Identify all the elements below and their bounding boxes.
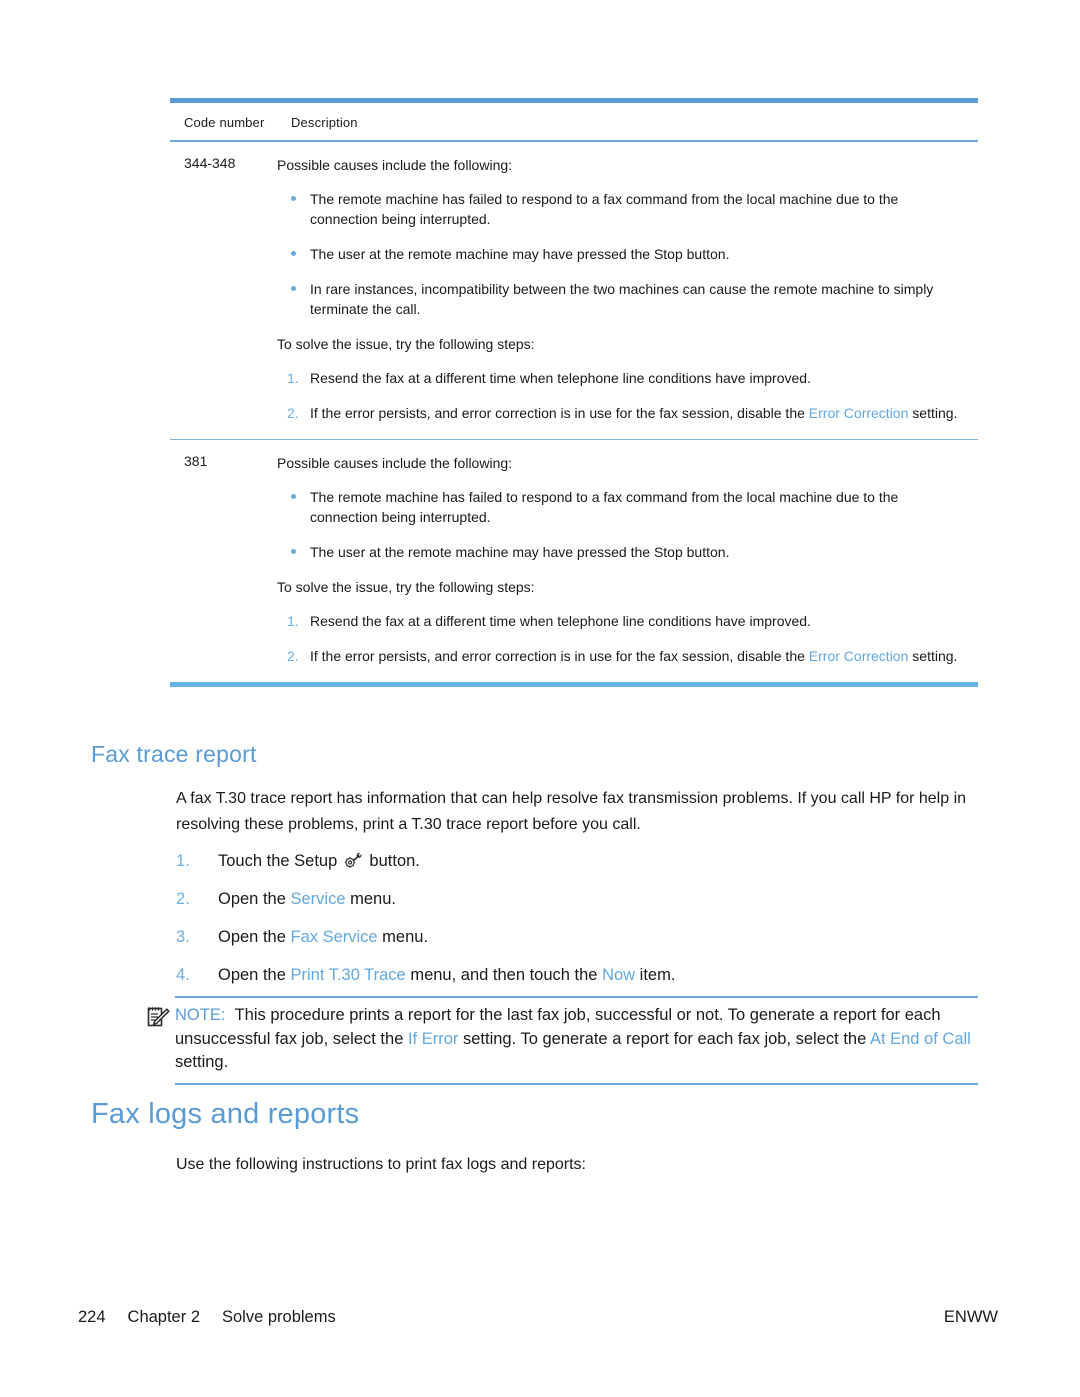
note-label: NOTE:	[175, 1006, 226, 1024]
step-text: Open the	[218, 966, 291, 984]
list-item: The remote machine has failed to respond…	[277, 487, 966, 527]
error-correction-link[interactable]: Error Correction	[809, 648, 909, 664]
step-text: Resend the fax at a different time when …	[310, 613, 811, 630]
at-end-of-call-link[interactable]: At End of Call	[870, 1030, 971, 1048]
step-text-tail: menu.	[377, 928, 429, 946]
list-item: Open the Fax Service menu.	[176, 925, 976, 949]
cell-code: 381	[184, 453, 208, 470]
solution-steps: Resend the fax at a different time when …	[277, 368, 966, 423]
cell-description: Possible causes include the following: T…	[277, 440, 978, 682]
step-text: If the error persists, and error correct…	[310, 648, 809, 665]
step-text-tail: menu.	[345, 890, 396, 908]
causes-list: The remote machine has failed to respond…	[277, 189, 966, 319]
list-item: In rare instances, incompatibility betwe…	[277, 279, 966, 319]
list-item: The user at the remote machine may have …	[277, 542, 966, 562]
footer-page-number: 224	[78, 1308, 106, 1326]
page-title-fax-trace-report: Fax trace report	[91, 741, 257, 767]
step-text-tail: setting.	[908, 405, 958, 421]
if-error-link[interactable]: If Error	[408, 1030, 458, 1048]
footer-chapter-title: Solve problems	[222, 1308, 336, 1326]
note-pencil-icon	[146, 1005, 170, 1029]
note-text-3: setting.	[175, 1053, 229, 1071]
fax-trace-paragraph: A fax T.30 trace report has information …	[176, 790, 967, 833]
page-footer: 224 Chapter 2 Solve problems ENWW	[78, 1308, 998, 1327]
steps-lead: To solve the issue, try the following st…	[277, 336, 535, 352]
page-title-fax-logs-and-reports: Fax logs and reports	[91, 1098, 360, 1130]
list-item: If the error persists, and error correct…	[277, 646, 966, 666]
step-text-tail: setting.	[908, 648, 958, 665]
list-item: If the error persists, and error correct…	[277, 403, 966, 423]
table-bottom-rule	[170, 682, 978, 688]
now-item-link[interactable]: Now	[602, 966, 635, 984]
footer-left: 224 Chapter 2 Solve problems	[78, 1308, 336, 1327]
service-menu-link[interactable]: Service	[290, 890, 345, 908]
cell-code: 344-348	[184, 155, 236, 171]
causes-list: The remote machine has failed to respond…	[277, 487, 966, 562]
note-callout: NOTE: This procedure prints a report for…	[146, 996, 978, 1085]
column-header-description: Description	[291, 115, 358, 130]
list-item: Open the Service menu.	[176, 887, 976, 911]
note-body: NOTE: This procedure prints a report for…	[146, 998, 978, 1083]
print-t30-trace-link[interactable]: Print T.30 Trace	[290, 966, 405, 984]
table-header-row: Code number Description	[170, 103, 978, 140]
cell-description: Possible causes include the following: T…	[277, 142, 978, 439]
footer-chapter: Chapter 2	[127, 1308, 200, 1326]
fax-trace-steps: Touch the Setup button. Open the Service…	[176, 849, 976, 1001]
step-text-mid: menu, and then touch the	[405, 966, 603, 984]
error-code-table: Code number Description 344-348 Possible…	[170, 98, 978, 688]
step-text: Resend the fax at a different time when …	[310, 370, 811, 386]
table-row: 381 Possible causes include the followin…	[170, 440, 978, 682]
list-item: Touch the Setup button.	[176, 849, 976, 873]
step-text: Open the	[218, 928, 291, 946]
step-text-tail: button.	[364, 852, 420, 870]
list-item: Resend the fax at a different time when …	[277, 368, 966, 388]
fax-logs-paragraph: Use the following instructions to print …	[176, 1156, 586, 1173]
step-text: Touch the Setup	[218, 852, 342, 870]
table-row: 344-348 Possible causes include the foll…	[170, 142, 978, 439]
steps-lead: To solve the issue, try the following st…	[277, 579, 535, 596]
causes-lead: Possible causes include the following:	[277, 455, 513, 472]
list-item: Resend the fax at a different time when …	[277, 611, 966, 631]
gear-wrench-icon	[344, 852, 363, 869]
solution-steps: Resend the fax at a different time when …	[277, 611, 966, 666]
step-text-tail: item.	[635, 966, 676, 984]
step-text: Open the	[218, 890, 291, 908]
footer-locale: ENWW	[943, 1308, 998, 1326]
list-item: The user at the remote machine may have …	[277, 244, 966, 264]
error-correction-link[interactable]: Error Correction	[809, 405, 909, 421]
note-bottom-rule	[175, 1082, 978, 1085]
list-item: The remote machine has failed to respond…	[277, 189, 966, 229]
document-page: Code number Description 344-348 Possible…	[0, 0, 1080, 1397]
step-text: If the error persists, and error correct…	[310, 405, 809, 421]
note-text-2: setting. To generate a report for each f…	[458, 1029, 870, 1048]
fax-service-menu-link[interactable]: Fax Service	[290, 928, 377, 946]
list-item: Open the Print T.30 Trace menu, and then…	[176, 963, 976, 987]
causes-lead: Possible causes include the following:	[277, 157, 513, 173]
column-header-code: Code number	[184, 115, 265, 130]
